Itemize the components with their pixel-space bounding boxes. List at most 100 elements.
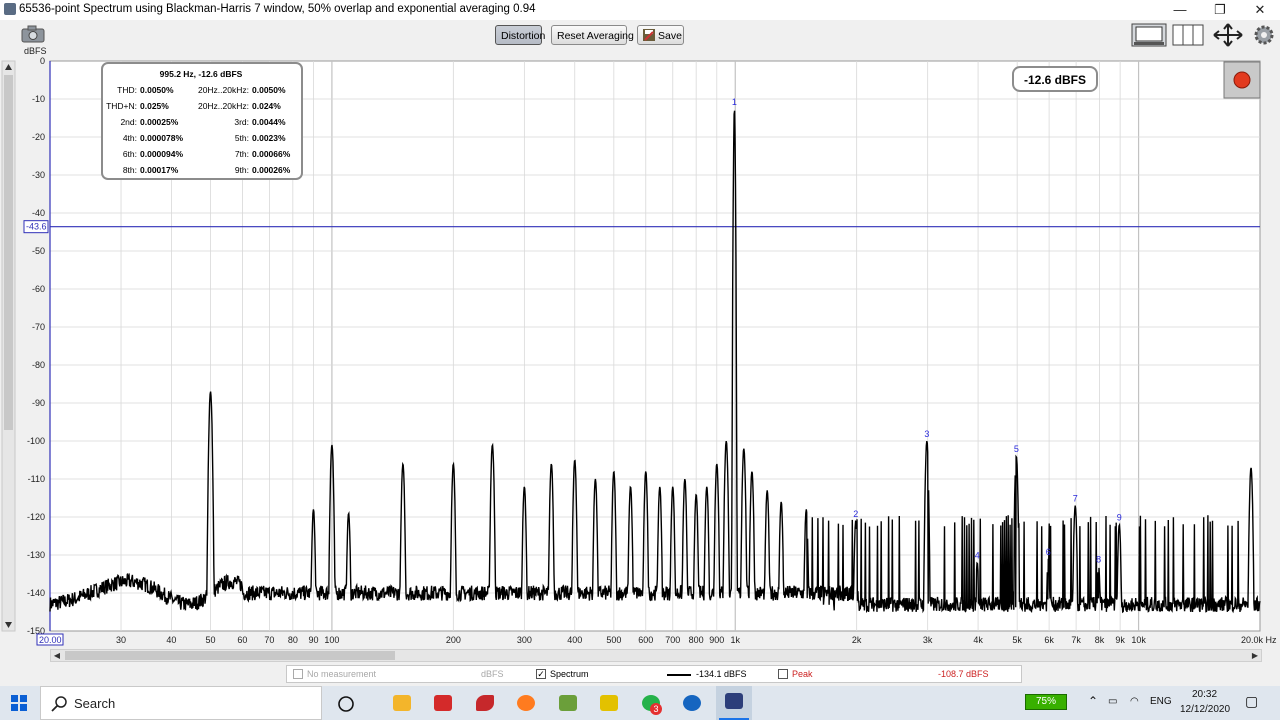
y-tick-label: -120 [27,512,45,522]
x-tick-label: 3k [923,635,933,645]
y-tick-label: -30 [32,170,45,180]
vscroll-thumb [4,75,13,430]
distortion-left-label: THD+N: [106,101,137,111]
distortion-right-value: 0.00066% [252,149,291,159]
y-tick-label: -20 [32,132,45,142]
minimize-button[interactable]: — [1160,0,1200,20]
mail-icon[interactable] [434,695,452,711]
y-tick-label: -140 [27,588,45,598]
distortion-button[interactable]: Distortion [495,25,545,45]
x-tick-label: 100 [324,635,339,645]
cursor-level-label: -43.6 [26,222,47,232]
x-tick-label: 1k [730,635,740,645]
rew-taskbar-button[interactable] [716,686,752,720]
app-icon [4,3,16,15]
distortion-header: 995.2 Hz, -12.6 dBFS [160,69,243,79]
move-arrows-icon[interactable] [1212,23,1244,47]
spectrum-checkbox[interactable]: ✓ [536,669,546,679]
vertical-scrollbar[interactable] [1,60,16,632]
cortana-icon[interactable] [337,695,355,713]
no-measurement-unit: dBFS [481,669,504,679]
spectrum-plot[interactable]: 0 -10 -20 -30 -40 -50 -60 -70 -80 -90 -100 -110 -120… [0,56,1280,648]
distortion-left-label: 6th: [123,149,137,159]
distortion-left-label: 2nd: [120,117,137,127]
y-tick-label: 0 [40,56,45,66]
peak-label: Peak [792,669,813,679]
peak-value: -108.7 dBFS [938,669,989,679]
reset-averaging-button[interactable]: Reset Averaging [551,25,634,45]
rew-icon [725,693,743,709]
firefox-icon[interactable] [517,695,535,711]
x-tick-label: 5k [1012,635,1022,645]
columns-icon[interactable] [1172,23,1204,47]
y-tick-label: -100 [27,436,45,446]
file-explorer-icon[interactable] [393,695,411,711]
scroll-left-arrow[interactable]: ◀ [51,650,63,661]
search-label: Search [74,696,116,711]
scroll-right-arrow[interactable]: ▶ [1249,650,1261,661]
x-tick-label: 6k [1044,635,1054,645]
language-indicator[interactable]: ENG [1150,696,1172,707]
y-tick-label: -110 [28,474,45,484]
no-measurement-checkbox[interactable] [293,669,303,679]
spectrum-line-swatch [667,674,691,676]
pdf-icon[interactable] [600,695,618,711]
spectrum-value: -134.1 dBFS [696,669,747,679]
spectrum-label: Spectrum [550,669,589,679]
windows-start-icon[interactable] [11,695,27,711]
close-button[interactable]: ✕ [1240,0,1280,20]
display-mode-icon[interactable] [1131,23,1167,47]
y-tick-label: -130 [27,550,45,560]
app-red-icon[interactable] [476,695,494,711]
gear-icon[interactable] [1253,23,1275,47]
harmonic-marker: 4 [975,551,980,561]
harmonic-marker: 8 [1096,554,1101,564]
unit-label: dBFS [24,46,47,56]
battery-tray-icon[interactable]: ▭ [1108,696,1117,707]
save-button[interactable]: Save [637,25,684,45]
x-tick-label: 2k [852,635,862,645]
no-measurement-label: No measurement [307,669,377,679]
y-tick-label: -10 [32,94,45,104]
distortion-left-value: 0.025% [140,101,169,111]
restore-button[interactable]: ❐ [1200,0,1240,20]
scroll-thumb[interactable] [65,651,395,660]
window-title: 65536-point Spectrum using Blackman-Harr… [19,3,536,15]
cloud-icon[interactable] [683,695,701,711]
x-tick-label: 7k [1071,635,1081,645]
x-tick-label: 500 [606,635,621,645]
spreadsheet-icon[interactable] [559,695,577,711]
distortion-right-label: 5th: [235,133,249,143]
x-tick-label: 800 [689,635,704,645]
x-tick-label: 900 [709,635,724,645]
legend-bar: No measurement dBFS ✓ Spectrum -134.1 dB… [286,665,1022,683]
search-icon [51,696,67,712]
freq-right-label: 20.0k Hz [1241,635,1277,645]
record-button[interactable] [1223,61,1261,99]
x-tick-label: 80 [288,635,298,645]
whatsapp-badge: 3 [650,703,662,715]
notification-icon[interactable]: ▢ [1245,693,1258,710]
distortion-left-value: 0.00017% [140,165,179,175]
x-tick-label: 8k [1095,635,1105,645]
wifi-tray-icon[interactable]: ◠ [1130,696,1139,707]
camera-icon[interactable] [21,25,45,43]
harmonic-marker: 2 [853,509,858,519]
tray-chevron-icon[interactable]: ⌃ [1088,694,1098,708]
x-tick-label: 600 [638,635,653,645]
y-tick-label: -40 [32,208,45,218]
clock-date[interactable]: 12/12/2020 [1180,704,1230,715]
x-tick-label: 200 [446,635,461,645]
horizontal-scrollbar[interactable]: ◀ ▶ [50,649,1262,662]
harmonic-marker: 6 [1046,547,1051,557]
y-tick-label: -50 [32,246,45,256]
taskbar-search[interactable]: Search [40,686,322,720]
clock-time[interactable]: 20:32 [1192,689,1217,700]
save-label: Save [658,30,682,42]
x-tick-label: 10k [1131,635,1146,645]
distortion-panel: 995.2 Hz, -12.6 dBFS THD: 0.0050% 20Hz..20… [101,62,303,180]
distortion-left-label: 8th: [123,165,137,175]
distortion-left-value: 0.000094% [140,149,183,159]
distortion-left-value: 0.000078% [140,133,183,143]
peak-checkbox[interactable] [778,669,788,679]
